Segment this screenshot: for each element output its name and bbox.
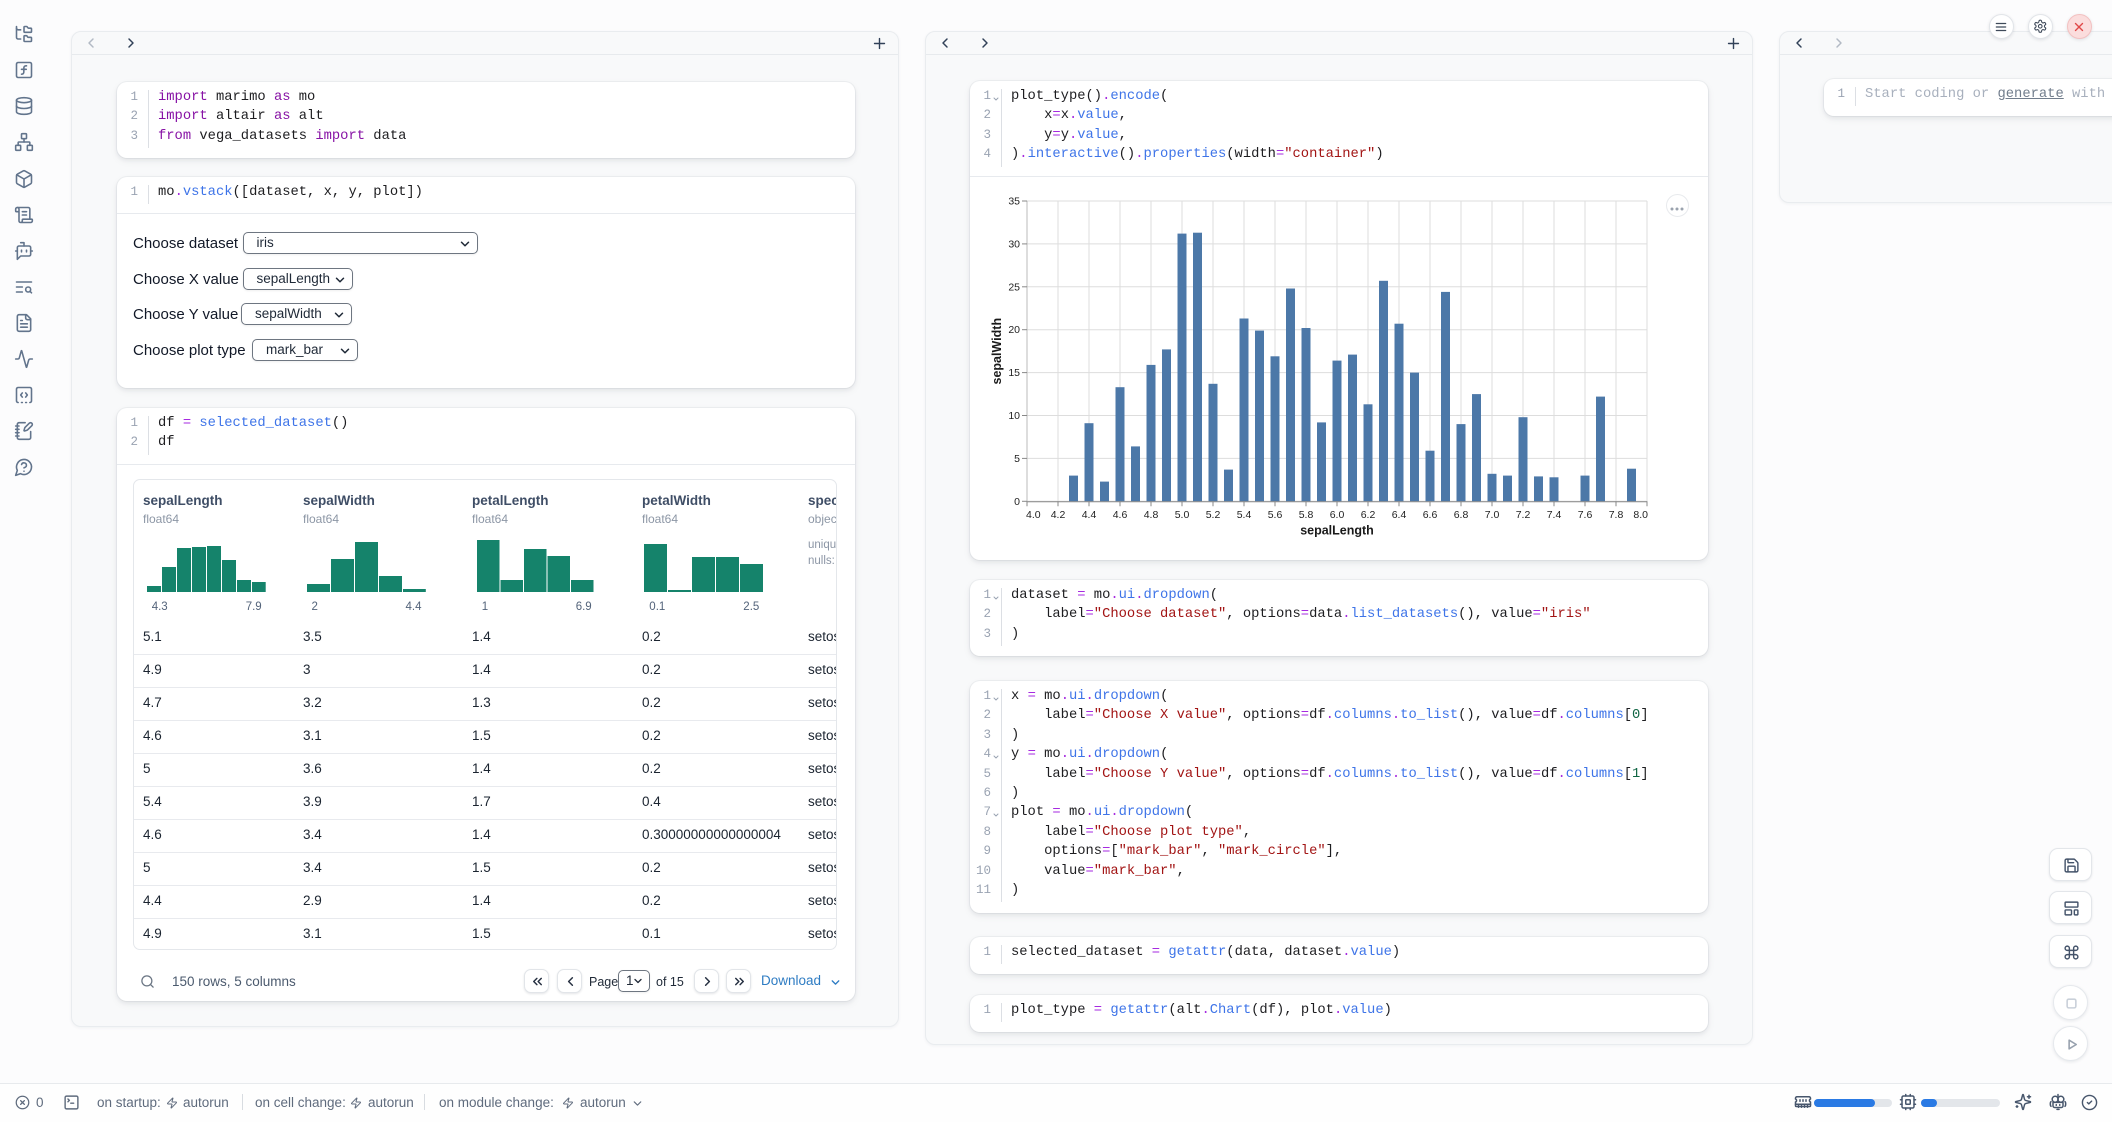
svg-text:4.6: 4.6 <box>1113 509 1128 521</box>
svg-text:0: 0 <box>1014 496 1020 508</box>
svg-text:4.0: 4.0 <box>1026 509 1041 521</box>
svg-text:sepalWidth: sepalWidth <box>990 318 1004 385</box>
svg-text:sepalLength: sepalLength <box>1300 523 1374 537</box>
svg-text:6.0: 6.0 <box>1330 509 1345 521</box>
svg-text:6.6: 6.6 <box>1423 509 1438 521</box>
svg-text:6.2: 6.2 <box>1361 509 1376 521</box>
svg-text:6.8: 6.8 <box>1454 509 1469 521</box>
svg-text:5.4: 5.4 <box>1237 509 1252 521</box>
svg-text:7.0: 7.0 <box>1485 509 1500 521</box>
svg-text:7.2: 7.2 <box>1516 509 1531 521</box>
svg-text:7.4: 7.4 <box>1547 509 1562 521</box>
svg-text:25: 25 <box>1008 281 1020 293</box>
svg-text:30: 30 <box>1008 238 1020 250</box>
svg-text:35: 35 <box>1008 196 1020 208</box>
svg-text:4.2: 4.2 <box>1051 509 1066 521</box>
svg-text:15: 15 <box>1008 367 1020 379</box>
svg-text:10: 10 <box>1008 410 1020 422</box>
svg-text:7.6: 7.6 <box>1578 509 1593 521</box>
svg-text:4.8: 4.8 <box>1144 509 1159 521</box>
svg-text:8.0: 8.0 <box>1633 509 1648 521</box>
svg-text:6.4: 6.4 <box>1392 509 1407 521</box>
svg-text:7.8: 7.8 <box>1609 509 1624 521</box>
svg-text:5.6: 5.6 <box>1268 509 1283 521</box>
svg-text:5.8: 5.8 <box>1299 509 1314 521</box>
svg-text:5: 5 <box>1014 453 1020 465</box>
svg-text:20: 20 <box>1008 324 1020 336</box>
svg-text:5.0: 5.0 <box>1175 509 1190 521</box>
svg-text:5.2: 5.2 <box>1206 509 1221 521</box>
svg-text:4.4: 4.4 <box>1082 509 1097 521</box>
